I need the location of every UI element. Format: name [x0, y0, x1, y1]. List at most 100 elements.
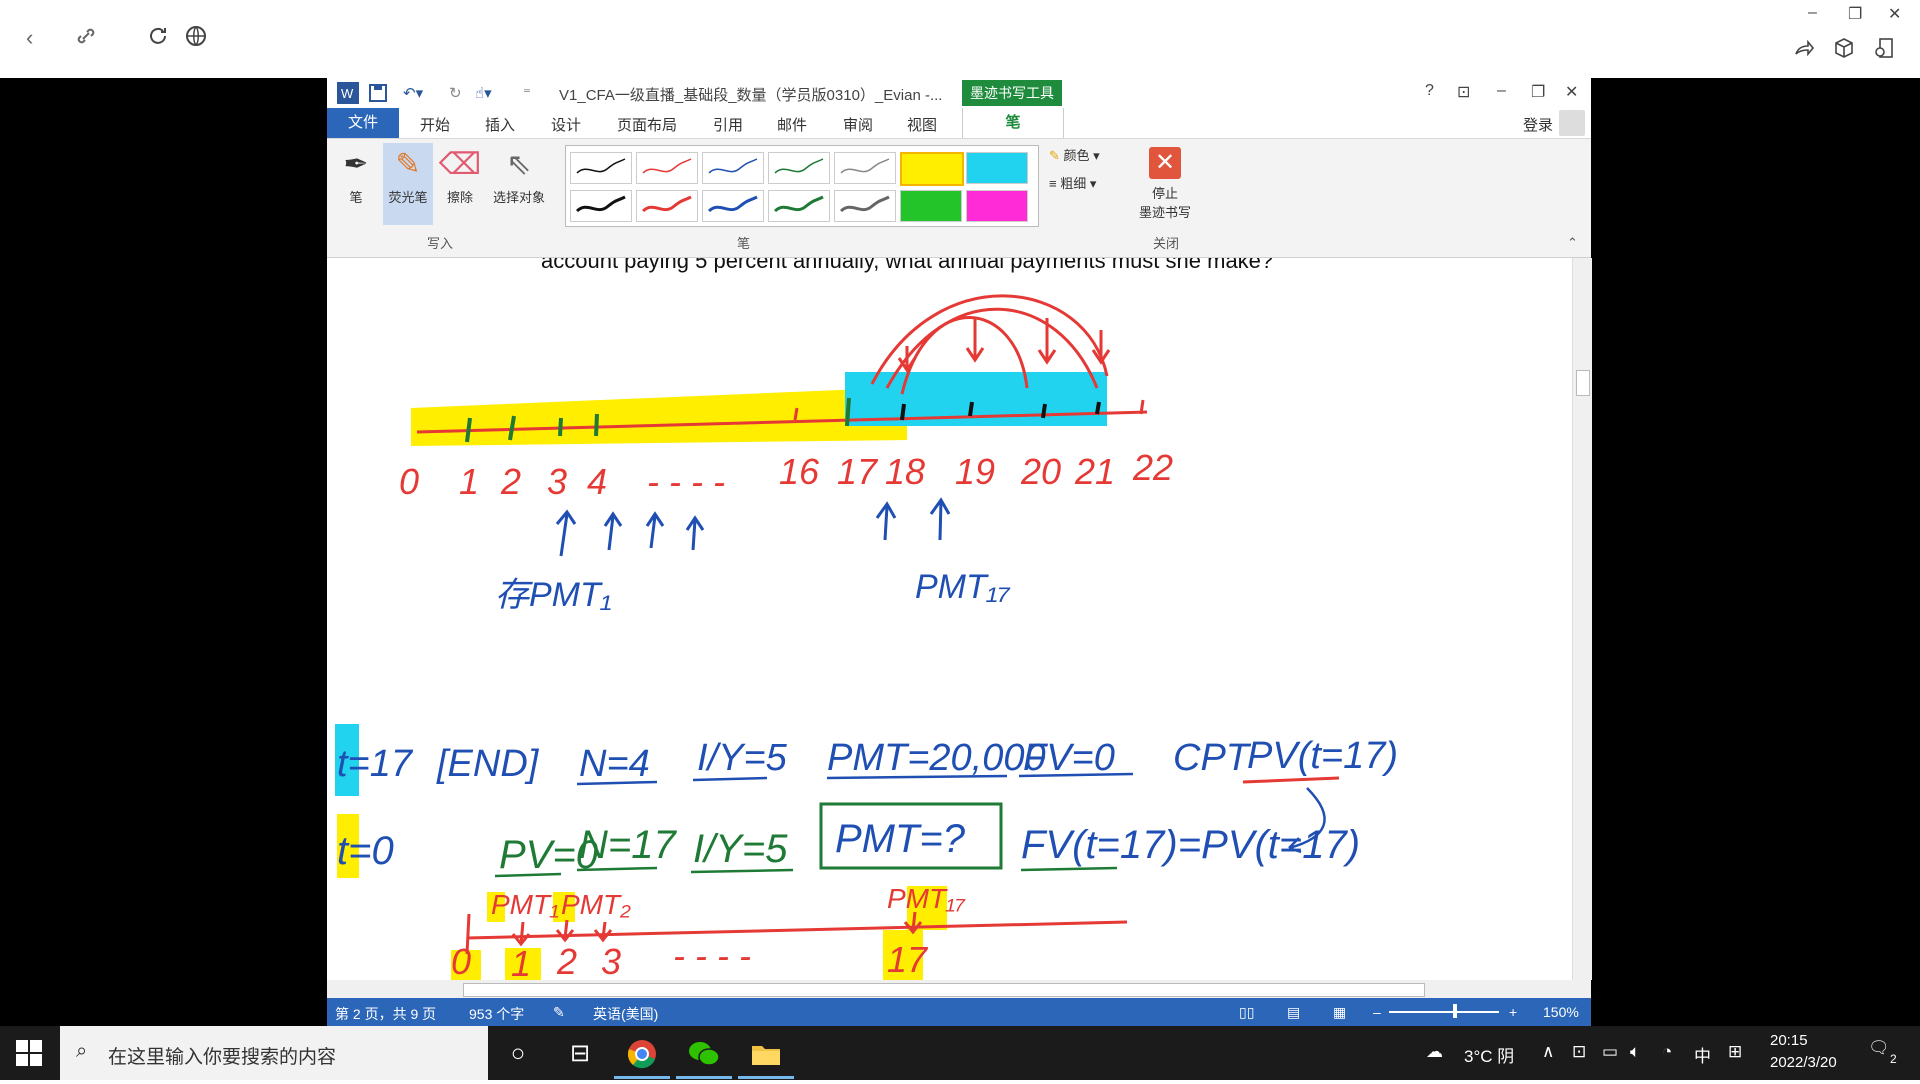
word-logo-icon: W	[337, 82, 359, 108]
weather[interactable]: 3°C 阴	[1464, 1042, 1514, 1067]
undo-icon[interactable]: ↶▾	[403, 84, 423, 102]
zoom-slider[interactable]	[1389, 1011, 1499, 1013]
highlighter-green[interactable]	[900, 190, 962, 222]
network-icon[interactable]: ◔	[1662, 1042, 1672, 1062]
stop-inking-button[interactable]: ✕ 停止 墨迹书写	[1135, 147, 1195, 221]
chrome-icon[interactable]	[614, 1032, 670, 1079]
pen-style-black-thin[interactable]	[570, 152, 632, 184]
pen-style-black-thick[interactable]	[570, 190, 632, 222]
pen-tool-button[interactable]: ✒ 笔	[331, 143, 381, 225]
clock-date[interactable]: 2022/3/20	[1770, 1054, 1837, 1071]
back-icon[interactable]: ‹	[26, 24, 33, 52]
weather-icon[interactable]: ☁	[1426, 1042, 1443, 1062]
cube-icon[interactable]	[1832, 36, 1856, 67]
tl1-label-ellipsis: - - - -	[647, 461, 725, 502]
help-icon[interactable]: ?	[1425, 82, 1434, 100]
cortana-icon[interactable]: ○	[490, 1032, 546, 1076]
search-icon: ⌕	[76, 1040, 88, 1062]
highlighter-cyan[interactable]	[966, 152, 1028, 184]
pen-style-blue-thin[interactable]	[702, 152, 764, 184]
pen-style-green-thin[interactable]	[768, 152, 830, 184]
clock-time[interactable]: 20:15	[1770, 1032, 1808, 1049]
tl1-label-3: 3	[547, 461, 567, 502]
read-mode-icon[interactable]: ▯▯	[1239, 1004, 1254, 1021]
ime-mode-icon[interactable]: ⊞	[1728, 1042, 1742, 1062]
link-icon[interactable]	[74, 24, 98, 55]
eraser-tool-button[interactable]: ⌫ 擦除	[435, 143, 485, 225]
login-link[interactable]: 登录	[1523, 114, 1553, 135]
tray-chevron-icon[interactable]: ∧	[1542, 1042, 1554, 1062]
tl2-pmt17: PMT₁₇	[887, 883, 966, 914]
minimize-icon[interactable]: –	[1808, 4, 1817, 22]
horizontal-scroll-thumb[interactable]	[463, 983, 1425, 997]
vertical-scrollbar[interactable]	[1572, 258, 1592, 980]
globe-icon[interactable]	[184, 24, 208, 55]
web-layout-icon[interactable]: ▦	[1333, 1004, 1346, 1021]
highlighter-magenta[interactable]	[966, 190, 1028, 222]
zoom-level[interactable]: 150%	[1543, 1004, 1579, 1020]
document-canvas[interactable]: account paying 5 percent annually, what …	[327, 258, 1572, 980]
tl1-label-18: 18	[885, 451, 925, 492]
select-objects-button[interactable]: ⇖ 选择对象	[487, 143, 551, 225]
highlighter-yellow[interactable]	[900, 152, 964, 186]
pen-style-green-thick[interactable]	[768, 190, 830, 222]
page-count[interactable]: 第 2 页，共 9 页	[335, 1004, 436, 1024]
device-icon[interactable]: ⊡	[1572, 1042, 1586, 1062]
tab-design[interactable]: 设计	[551, 114, 581, 135]
tab-page-layout[interactable]: 页面布局	[617, 114, 677, 135]
save-icon[interactable]	[369, 84, 387, 106]
pen-style-gray-thick[interactable]	[834, 190, 896, 222]
pen-style-blue-thick[interactable]	[702, 190, 764, 222]
battery-icon[interactable]: ▭	[1602, 1042, 1618, 1062]
print-layout-icon[interactable]: ▤	[1287, 1004, 1300, 1021]
tab-pen[interactable]: 笔	[962, 108, 1064, 138]
collapse-ribbon-icon[interactable]: ⌃	[1567, 235, 1578, 251]
wechat-icon[interactable]	[676, 1032, 732, 1079]
file-explorer-icon[interactable]	[738, 1032, 794, 1079]
notifications-icon[interactable]: 🗨︎	[1868, 1038, 1890, 1058]
pen-style-red-thick[interactable]	[636, 190, 698, 222]
zoom-slider-thumb[interactable]	[1453, 1004, 1457, 1018]
language[interactable]: 英语(美国)	[593, 1004, 658, 1024]
word-minimize-icon[interactable]: –	[1497, 82, 1506, 100]
close-icon[interactable]: ✕	[1888, 4, 1901, 24]
cast-icon[interactable]	[1872, 36, 1896, 67]
pen-style-gray-thin[interactable]	[834, 152, 896, 184]
taskbar-search[interactable]: ⌕ 在这里输入你要搜索的内容	[60, 1026, 488, 1080]
redo-icon[interactable]: ↻	[449, 84, 462, 102]
tab-mailings[interactable]: 邮件	[777, 114, 807, 135]
task-view-icon[interactable]: ⊟	[552, 1032, 608, 1076]
avatar[interactable]	[1559, 110, 1585, 136]
horizontal-scrollbar[interactable]	[327, 980, 1591, 998]
refresh-icon[interactable]	[146, 24, 170, 55]
viewer-toolbar: ‹ – ❐ ✕	[0, 0, 1920, 78]
tab-review[interactable]: 审阅	[843, 114, 873, 135]
restore-icon[interactable]: ❐	[1848, 4, 1862, 24]
zoom-out-icon[interactable]: –	[1373, 1004, 1381, 1020]
highlighter-tool-button[interactable]: ✎ 荧光笔	[383, 143, 433, 225]
color-dropdown[interactable]: ✎ 颜色 ▾	[1049, 145, 1100, 164]
pen-style-red-thin[interactable]	[636, 152, 698, 184]
row1-fv: FV=0	[1023, 737, 1115, 779]
share-icon[interactable]	[1792, 36, 1816, 67]
ribbon-display-icon[interactable]: ⊡	[1457, 82, 1470, 102]
zoom-in-icon[interactable]: +	[1509, 1004, 1517, 1020]
tab-view[interactable]: 视图	[907, 114, 937, 135]
volume-icon[interactable]: 🔈︎	[1630, 1042, 1640, 1062]
word-close-icon[interactable]: ✕	[1565, 82, 1578, 102]
ime-indicator[interactable]: 中	[1694, 1042, 1711, 1067]
row1-t17: t=17	[337, 743, 414, 785]
tab-references[interactable]: 引用	[713, 114, 743, 135]
thickness-dropdown[interactable]: ≡ 粗细 ▾	[1049, 173, 1096, 192]
word-count[interactable]: 953 个字	[469, 1004, 524, 1024]
customize-qat-icon[interactable]: ⁼	[523, 84, 531, 102]
start-button[interactable]	[16, 1040, 42, 1066]
vertical-scroll-thumb[interactable]	[1576, 370, 1590, 396]
tab-insert[interactable]: 插入	[485, 114, 515, 135]
touch-mode-icon[interactable]: ☝▾	[475, 84, 492, 102]
tab-file[interactable]: 文件	[327, 108, 399, 138]
word-restore-icon[interactable]: ❐	[1531, 82, 1545, 102]
tl1-label-2: 2	[500, 461, 521, 502]
proofing-icon[interactable]: ✎	[553, 1004, 565, 1021]
tab-home[interactable]: 开始	[420, 114, 450, 135]
